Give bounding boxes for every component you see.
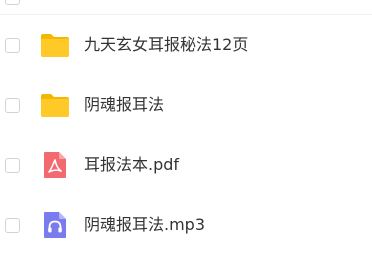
folder-icon: [40, 30, 70, 60]
row-checkbox[interactable]: [5, 38, 20, 53]
row-checkbox[interactable]: [5, 218, 20, 233]
list-item-partial[interactable]: [0, 0, 372, 15]
row-checkbox[interactable]: [5, 158, 20, 173]
file-list: 九天玄女耳报秘法12页 阴魂报耳法 耳报法本.pdf 阴魂报耳法.mp3: [0, 0, 372, 261]
file-name[interactable]: 阴魂报耳法: [84, 95, 164, 115]
list-item[interactable]: 阴魂报耳法: [0, 76, 372, 135]
list-item[interactable]: 耳报法本.pdf: [0, 136, 372, 195]
pdf-file-icon: [40, 150, 70, 180]
row-checkbox[interactable]: [5, 0, 20, 5]
file-name[interactable]: 耳报法本.pdf: [84, 155, 179, 175]
list-item[interactable]: 九天玄女耳报秘法12页: [0, 16, 372, 75]
file-name[interactable]: 九天玄女耳报秘法12页: [84, 35, 248, 55]
file-name[interactable]: 阴魂报耳法.mp3: [84, 215, 205, 235]
audio-file-icon: [40, 210, 70, 240]
list-item[interactable]: 阴魂报耳法.mp3: [0, 196, 372, 255]
folder-icon: [40, 90, 70, 120]
row-checkbox[interactable]: [5, 98, 20, 113]
